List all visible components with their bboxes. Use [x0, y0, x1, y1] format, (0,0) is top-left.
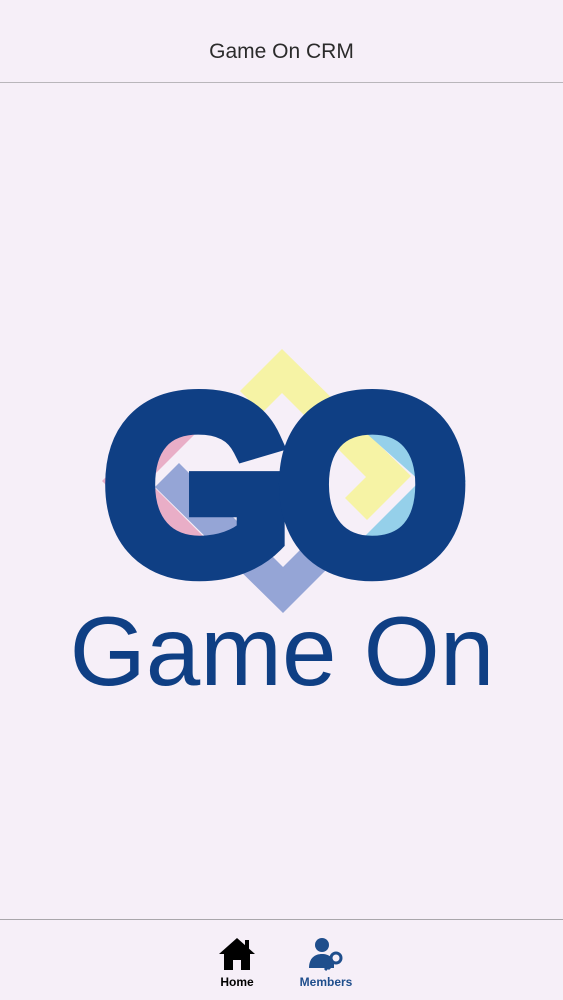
main-content: GO Game On	[0, 83, 563, 919]
home-icon	[219, 938, 255, 970]
page-title: Game On CRM	[209, 40, 354, 63]
game-on-logo: GO Game On	[70, 347, 495, 706]
header-bar: Game On CRM	[0, 0, 563, 83]
logo-wordmark: Game On	[70, 596, 495, 706]
logo-monogram: GO	[108, 356, 457, 615]
tab-members[interactable]: Members	[286, 936, 366, 996]
members-icon	[309, 938, 343, 972]
tab-bar: Home Members	[0, 919, 563, 1000]
tab-home-label: Home	[220, 975, 254, 989]
tab-members-label: Members	[299, 975, 353, 989]
tab-home[interactable]: Home	[197, 936, 277, 996]
